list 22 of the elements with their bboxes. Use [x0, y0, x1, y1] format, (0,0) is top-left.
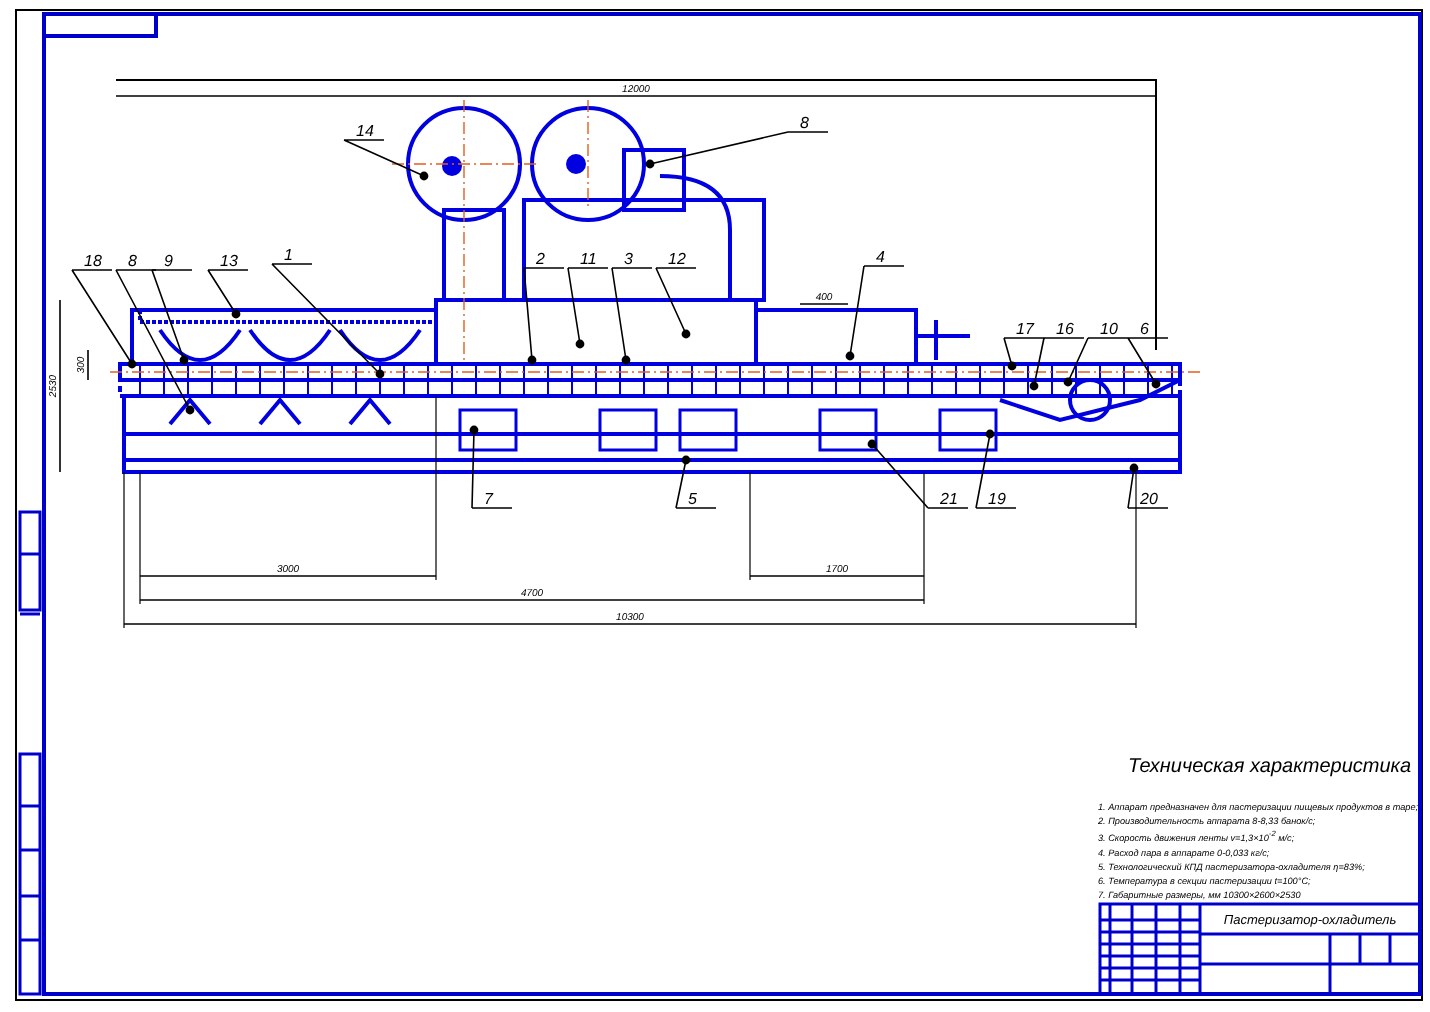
- callout-number: 4: [876, 248, 885, 266]
- callout-number: 11: [580, 250, 597, 268]
- callout-number: 8: [800, 114, 809, 132]
- callout-number: 18: [84, 252, 102, 270]
- callout-number: 7: [484, 490, 493, 508]
- callout-number: 2: [536, 250, 545, 268]
- callout-number: 6: [1140, 320, 1149, 338]
- callout-number: 16: [1056, 320, 1074, 338]
- callout-number: 10: [1100, 320, 1118, 338]
- callout-number: 1: [284, 246, 293, 264]
- callout-number: 5: [688, 490, 697, 508]
- callout-number: 12: [668, 250, 686, 268]
- callout-number: 3: [624, 250, 633, 268]
- callout-number: 8: [128, 252, 137, 270]
- specification-title: Техническая характеристика: [1128, 756, 1412, 778]
- callout-number: 19: [988, 490, 1006, 508]
- callout-number: 17: [1016, 320, 1034, 338]
- callout-number: 20: [1140, 490, 1158, 508]
- callout-number: 14: [356, 122, 374, 140]
- callout-number: 9: [164, 252, 173, 270]
- callout-number: 13: [220, 252, 238, 270]
- callout-number: 21: [940, 490, 958, 508]
